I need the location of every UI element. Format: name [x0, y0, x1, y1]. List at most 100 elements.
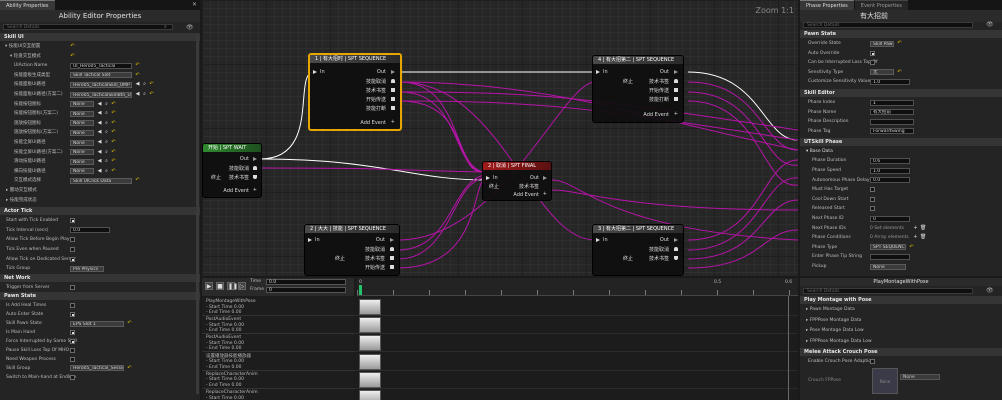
event-pins[interactable] [391, 79, 395, 111]
property-combo[interactable]: None [70, 149, 94, 156]
timeline-ruler[interactable]: 0 0.5 0.6 [357, 278, 798, 296]
property-field[interactable]: 0.6 [870, 157, 910, 164]
property-checkbox[interactable] [870, 187, 875, 193]
add-event-button[interactable]: Add Event [643, 112, 669, 118]
property-checkbox[interactable] [70, 218, 75, 224]
event-pins[interactable] [674, 79, 678, 102]
section-skill-editor[interactable]: Skill Editor [800, 89, 1002, 97]
tab-event-properties[interactable]: Event Properties [854, 0, 908, 10]
add-event-button[interactable]: Add Event [513, 192, 539, 198]
property-combo[interactable]: SPT SEQUENCE [870, 244, 906, 251]
reset-arrow-icon[interactable]: ↶ [111, 111, 116, 116]
property-combo[interactable]: None [70, 110, 94, 117]
search-icon[interactable]: ⌕ [104, 168, 109, 174]
search-icon[interactable]: ⌕ [104, 130, 109, 135]
property-checkbox[interactable] [870, 206, 875, 212]
search-icon[interactable]: ⌕ [104, 149, 109, 155]
property-checkbox[interactable] [70, 237, 75, 243]
property-combo[interactable]: None [870, 263, 906, 270]
exec-out-pin[interactable] [674, 70, 678, 74]
add-icon[interactable]: + [913, 225, 918, 231]
property-field[interactable] [870, 253, 910, 260]
browse-icon[interactable]: ◀ [97, 168, 102, 174]
property-combo[interactable]: None [70, 120, 94, 127]
crouch-pose-combo[interactable]: None [900, 374, 940, 380]
property-checkbox[interactable] [70, 356, 75, 362]
search-icon[interactable]: ⌕ [104, 140, 109, 145]
reset-arrow-icon[interactable]: ↶ [127, 321, 132, 326]
section-actor-tick[interactable]: Actor Tick [0, 207, 200, 216]
search-icon[interactable]: ⌕ [104, 120, 109, 126]
section-skill-ui[interactable]: Skill UI [0, 33, 200, 41]
section-pawn-state[interactable]: Pawn State [0, 292, 200, 301]
crouch-pose-thumbnail[interactable]: None [872, 368, 898, 394]
event-pins[interactable] [253, 166, 257, 179]
browse-icon[interactable]: ◀ [97, 101, 102, 107]
graph-node-sequence-4[interactable]: 4 | 有大招第二 | SPT SEQUENCE In Out 技术书签 终止 … [592, 55, 684, 123]
event-search-input[interactable]: Search Details [803, 288, 973, 294]
property-checkbox[interactable] [70, 303, 75, 309]
exec-out-pin[interactable] [543, 176, 547, 180]
browse-icon[interactable]: ◀ [97, 111, 102, 116]
delete-icon[interactable]: 🗑 [920, 235, 926, 240]
add-event-plus-icon[interactable]: + [674, 111, 678, 117]
reset-arrow-icon[interactable]: ↶ [111, 159, 116, 164]
add-event-plus-icon[interactable]: + [253, 187, 257, 193]
section-pawn-state[interactable]: Pawn State [800, 30, 1002, 38]
reset-arrow-icon[interactable]: ↶ [111, 101, 116, 107]
montage-data-row[interactable]: ▸ FPPPose Montage Data [800, 316, 1002, 325]
exec-out-pin[interactable] [390, 238, 394, 242]
montage-data-row[interactable]: ▸ FPPPose Montage Data Low [800, 337, 1002, 346]
property-checkbox[interactable] [70, 347, 75, 353]
exec-out-pin[interactable] [391, 70, 395, 74]
property-checkbox[interactable] [70, 247, 75, 252]
left-scrollbar[interactable] [196, 34, 199, 394]
timeline-track-label[interactable]: PostAudioEvent - Start Time 0.00 - End T… [202, 316, 354, 335]
property-checkbox[interactable] [870, 50, 875, 56]
ability-graph-canvas[interactable]: Zoom 1:1 1 | 有大招时 | SPT SEQUENCE In Out … [202, 0, 798, 276]
tree-row[interactable]: ▸ 技能完成状态 [0, 196, 200, 205]
search-icon[interactable]: ⌕ [142, 82, 147, 87]
tab-ability-properties[interactable]: Ability Properties [0, 0, 55, 10]
property-checkbox[interactable] [70, 374, 75, 380]
right-search-input[interactable]: Search Details [803, 22, 973, 28]
property-combo[interactable]: None [70, 101, 94, 108]
tree-row[interactable]: ▾ 技能UI交互配置 ↶ [0, 42, 200, 51]
property-field[interactable]: 0.0 [870, 177, 910, 184]
section-play-montage[interactable]: Play Montage with Pose [800, 296, 1002, 304]
property-field[interactable]: 1.0 [870, 78, 910, 85]
property-combo[interactable]: EPS Slot 1 [70, 320, 124, 327]
add-event-plus-icon[interactable]: + [391, 119, 395, 125]
reset-arrow-icon[interactable]: ↶ [111, 120, 116, 126]
search-icon[interactable]: ⌕ [104, 111, 109, 116]
exec-in-pin[interactable] [308, 238, 312, 242]
property-combo[interactable]: None [70, 129, 94, 136]
section-melee-crouch[interactable]: Melee Attack Crouch Pose [800, 348, 1002, 356]
property-field[interactable]: 0.0 [70, 227, 110, 234]
reset-arrow-icon[interactable]: ↶ [909, 244, 914, 250]
reset-arrow-icon[interactable]: ↶ [70, 44, 75, 49]
property-combo[interactable]: Hero05_TacticalSkillBtn_UMP_Planar [70, 91, 132, 98]
property-checkbox[interactable] [70, 330, 75, 336]
property-combo[interactable]: None [70, 158, 94, 165]
timeline-track-label[interactable]: PostAudioEvent - Start Time 0.00 - End T… [202, 334, 354, 353]
enable-crouch-checkbox[interactable] [870, 359, 875, 364]
property-combo[interactable]: Skill Tactical Slot [70, 72, 132, 79]
search-icon[interactable]: ⌕ [104, 159, 109, 164]
reset-arrow-icon[interactable]: ↶ [897, 69, 902, 75]
property-combo[interactable]: Skill Pawn [870, 40, 894, 47]
montage-data-row[interactable]: ▸ Pose Montage Data Low [800, 326, 1002, 335]
property-combo[interactable]: 无 [870, 69, 894, 76]
timeline-track-label[interactable]: ReplaceCharacterAnim - Start Time 0.00 [202, 389, 354, 400]
tree-row[interactable]: ▾ 轮盘交互模式 ↶ [0, 52, 200, 61]
property-field[interactable]: 1 [870, 99, 914, 106]
reset-arrow-icon[interactable]: ↶ [127, 365, 132, 371]
reset-arrow-icon[interactable]: ↶ [70, 53, 75, 59]
reset-arrow-icon[interactable]: ↶ [135, 63, 140, 68]
section-network[interactable]: Net Work [0, 273, 200, 282]
step-button[interactable]: ▷ [238, 282, 246, 290]
property-combo[interactable]: None [70, 168, 94, 175]
property-field[interactable]: 0 [870, 215, 910, 222]
property-field[interactable]: 1.0 [870, 167, 910, 174]
property-checkbox[interactable] [70, 339, 75, 344]
